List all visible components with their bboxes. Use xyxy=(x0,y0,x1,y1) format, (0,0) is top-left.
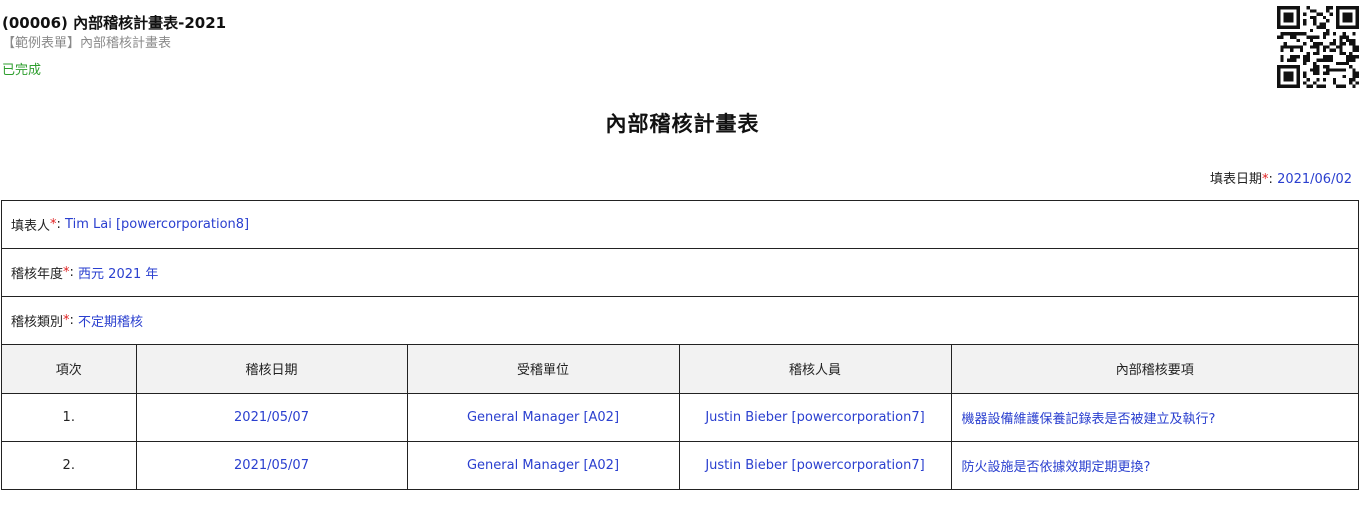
page-title: 內部稽核計畫表 xyxy=(605,112,760,136)
column-header-audit-item: 內部稽核要項 xyxy=(951,345,1358,394)
audit-year-row: 稽核年度 *: 西元 2021 年 xyxy=(2,249,1358,297)
audit-type-row: 稽核類別 *: 不定期稽核 xyxy=(2,297,1358,345)
column-header-audited-unit: 受稽單位 xyxy=(407,345,680,394)
field-separator: : xyxy=(1268,172,1273,187)
cell-audited-unit: General Manager [A02] xyxy=(407,393,680,442)
cell-audit-item: 機器設備維護保養記錄表是否被建立及執行? xyxy=(951,393,1358,442)
filler-value: Tim Lai [powercorporation8] xyxy=(65,217,250,232)
form-template-name: 【範例表單】內部稽核計畫表 xyxy=(2,36,172,51)
filler-row: 填表人 *: Tim Lai [powercorporation8] xyxy=(2,201,1358,249)
form-record-title: (00006) 內部稽核計畫表-2021 xyxy=(2,14,227,32)
cell-auditor: Justin Bieber [powercorporation7] xyxy=(679,393,952,442)
audit-year-value: 西元 2021 年 xyxy=(78,267,159,282)
status-label: 已完成 xyxy=(2,63,42,78)
audit-year-label: 稽核年度 xyxy=(11,267,64,282)
cell-index: 1. xyxy=(2,393,137,442)
cell-index: 2. xyxy=(2,441,137,489)
field-separator: : xyxy=(56,217,61,232)
form-body: 填表人 *: Tim Lai [powercorporation8] 稽核年度 *:… xyxy=(1,200,1359,490)
fill-date-value: 2021/06/02 xyxy=(1277,172,1352,187)
form-header: (00006) 內部稽核計畫表-2021 【範例表單】內部稽核計畫表 已完成 xyxy=(2,13,226,80)
column-header-auditor: 稽核人員 xyxy=(679,345,952,394)
field-separator: : xyxy=(69,313,74,328)
cell-audit-date: 2021/05/07 xyxy=(136,393,408,442)
field-separator: : xyxy=(69,265,74,280)
cell-audited-unit: General Manager [A02] xyxy=(407,441,680,489)
filler-label: 填表人 xyxy=(11,219,51,234)
table-row: 1. 2021/05/07 General Manager [A02] Just… xyxy=(2,393,1358,442)
cell-auditor: Justin Bieber [powercorporation7] xyxy=(679,441,952,489)
fill-date-field: 填表日期*: 2021/06/02 xyxy=(1210,168,1352,187)
column-header-audit-date: 稽核日期 xyxy=(136,345,408,394)
table-row: 2. 2021/05/07 General Manager [A02] Just… xyxy=(2,441,1358,489)
qr-code-icon xyxy=(1277,6,1359,88)
audit-type-value: 不定期稽核 xyxy=(78,315,144,330)
cell-audit-date: 2021/05/07 xyxy=(136,441,408,489)
column-header-index: 項次 xyxy=(2,345,137,394)
fill-date-label: 填表日期 xyxy=(1210,172,1263,187)
audit-items-table: 項次 稽核日期 受稽單位 稽核人員 內部稽核要項 1. 2021/05/07 G… xyxy=(2,345,1358,489)
cell-audit-item: 防火設施是否依據效期定期更換? xyxy=(961,459,1151,475)
audit-type-label: 稽核類別 xyxy=(11,315,64,330)
table-header-row: 項次 稽核日期 受稽單位 稽核人員 內部稽核要項 xyxy=(2,345,1358,394)
